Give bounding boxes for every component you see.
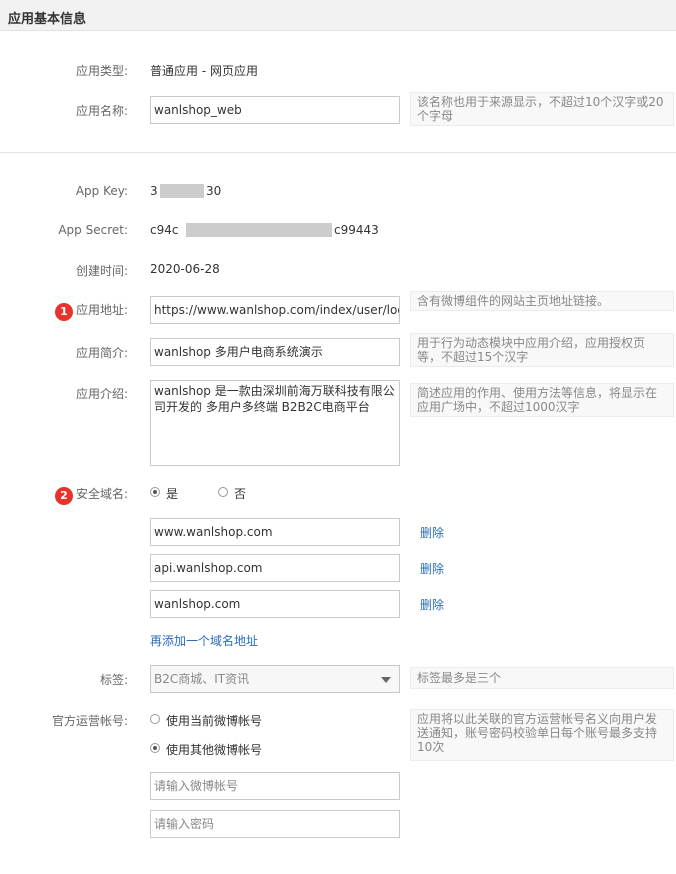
tag-select-value: B2C商城、IT资讯 — [154, 672, 250, 686]
app-secret-prefix: c94c — [150, 223, 179, 237]
created-value: 2020-06-28 — [150, 262, 220, 276]
delete-domain-3-link[interactable]: 删除 — [420, 596, 444, 613]
official-other-label[interactable]: 使用其他微博帐号 — [166, 741, 262, 758]
app-secret-suffix: c99443 — [334, 223, 379, 237]
domain-input-1[interactable]: www.wanlshop.com — [150, 518, 400, 546]
domain-label: 安全域名: — [75, 487, 128, 501]
official-current-radio[interactable] — [150, 714, 160, 724]
app-url-input[interactable]: https://www.wanlshop.com/index/user/logi… — [150, 296, 400, 324]
password-input[interactable]: 请输入密码 — [150, 810, 400, 838]
domain-yes-radio[interactable] — [150, 487, 160, 497]
app-intro-hint: 简述应用的作用、使用方法等信息，将显示在应用广场中，不超过1000汉字 — [410, 383, 674, 417]
app-name-input[interactable]: wanlshop_web — [150, 96, 400, 124]
delete-domain-1-link[interactable]: 删除 — [420, 524, 444, 541]
official-other-radio[interactable] — [150, 743, 160, 753]
password-placeholder: 请输入密码 — [154, 817, 215, 831]
official-current-label[interactable]: 使用当前微博帐号 — [166, 712, 262, 729]
domain-yes-label[interactable]: 是 — [166, 485, 178, 502]
app-brief-input[interactable]: wanlshop 多用户电商系统演示 — [150, 338, 400, 366]
app-secret-mask — [186, 223, 332, 237]
tag-label: 标签: — [99, 673, 128, 687]
created-label: 创建时间: — [75, 264, 128, 278]
app-key-prefix: 3 — [150, 184, 158, 198]
app-url-hint: 含有微博组件的网站主页地址链接。 — [410, 291, 674, 311]
app-key-label: App Key: — [75, 184, 128, 198]
app-type-label: 应用类型: — [75, 64, 128, 78]
app-intro-textarea[interactable]: wanlshop 是一款由深圳前海万联科技有限公司开发的 多用户多终端 B2B2… — [150, 380, 400, 466]
app-brief-hint: 用于行为动态模块中应用介绍，应用授权页等，不超过15个汉字 — [410, 333, 674, 367]
domain-input-2[interactable]: api.wanlshop.com — [150, 554, 400, 582]
section-title: 应用基本信息 — [8, 12, 87, 27]
official-account-label: 官方运营帐号: — [51, 714, 128, 728]
delete-domain-2-link[interactable]: 删除 — [420, 560, 444, 577]
app-secret-label: App Secret: — [58, 223, 128, 237]
app-brief-label: 应用简介: — [75, 346, 128, 360]
app-key-mask — [160, 184, 204, 198]
domain-no-radio[interactable] — [218, 487, 228, 497]
weibo-account-input[interactable]: 请输入微博帐号 — [150, 772, 400, 800]
domain-input-3[interactable]: wanlshop.com — [150, 590, 400, 618]
app-type-value: 普通应用 - 网页应用 — [150, 64, 258, 78]
add-domain-link[interactable]: 再添加一个域名地址 — [150, 632, 258, 649]
tag-hint: 标签最多是三个 — [410, 667, 674, 689]
app-name-hint: 该名称也用于来源显示，不超过10个汉字或20个字母 — [410, 92, 674, 126]
app-intro-label: 应用介绍: — [75, 387, 128, 401]
chevron-down-icon[interactable] — [381, 677, 391, 683]
app-url-label: 应用地址: — [75, 303, 128, 317]
domain-no-label[interactable]: 否 — [234, 485, 246, 502]
app-key-suffix: 30 — [206, 184, 222, 198]
weibo-account-placeholder: 请输入微博帐号 — [154, 779, 239, 793]
tag-select[interactable]: B2C商城、IT资讯 — [150, 665, 400, 693]
official-account-hint: 应用将以此关联的官方运营帐号名义向用户发送通知，账号密码校验单日每个账号最多支持… — [410, 709, 674, 761]
app-name-label: 应用名称: — [75, 104, 128, 118]
divider — [0, 152, 676, 153]
section-header — [0, 0, 676, 31]
